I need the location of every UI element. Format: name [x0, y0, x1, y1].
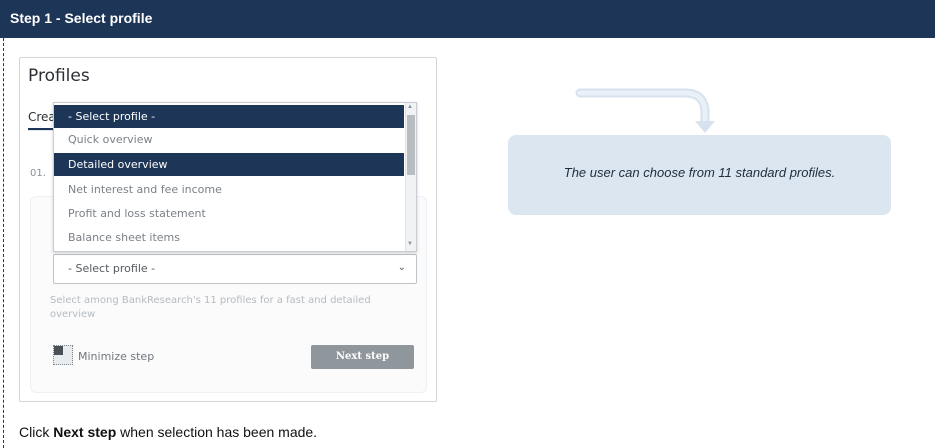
minimize-label[interactable]: Minimize step: [78, 350, 154, 363]
dropdown-item[interactable]: Quick overview: [54, 128, 404, 151]
step-number: 01.: [30, 168, 46, 179]
instruction-suffix: when selection has been made.: [116, 424, 318, 440]
chevron-down-icon: ⌄: [397, 262, 406, 273]
curved-arrow-icon: [575, 88, 715, 133]
select-value: - Select profile -: [68, 262, 156, 275]
info-callout: The user can choose from 11 standard pro…: [508, 135, 891, 215]
step-title: Step 1 - Select profile: [10, 10, 153, 26]
callout-text: The user can choose from 11 standard pro…: [563, 165, 836, 180]
dropdown-item[interactable]: Balance sheet items: [54, 226, 404, 249]
dropdown-item[interactable]: Profit and loss statement: [54, 202, 404, 225]
scroll-down-icon[interactable]: ▼: [407, 241, 413, 247]
dropdown-item-selected[interactable]: Detailed overview: [54, 153, 404, 176]
step-header: Step 1 - Select profile: [0, 0, 935, 38]
dropdown-item[interactable]: - Select profile -: [54, 105, 404, 128]
dashed-rail: [3, 38, 4, 448]
helper-text: Select among BankResearch's 11 profiles …: [50, 295, 371, 320]
profiles-title: Profiles: [28, 66, 90, 86]
instruction-bold: Next step: [53, 424, 117, 440]
next-step-button[interactable]: Next step: [311, 345, 414, 369]
scrollbar-thumb[interactable]: [407, 115, 415, 175]
instruction-text: Click Next step when selection has been …: [19, 424, 317, 440]
profiles-screenshot: Profiles Crea 01. - Select profile - ⌄ S…: [19, 57, 437, 402]
minimize-icon[interactable]: [53, 345, 73, 365]
dropdown-item[interactable]: Net interest and fee income: [54, 178, 404, 201]
instruction-prefix: Click: [19, 424, 54, 440]
profile-select[interactable]: - Select profile - ⌄: [53, 254, 417, 284]
dropdown-scrollbar[interactable]: ▲ ▼: [405, 103, 416, 251]
scroll-up-icon[interactable]: ▲: [407, 104, 413, 110]
tab-create[interactable]: Crea: [28, 110, 56, 124]
profile-dropdown-list[interactable]: - Select profile - Quick overview Detail…: [53, 102, 417, 252]
